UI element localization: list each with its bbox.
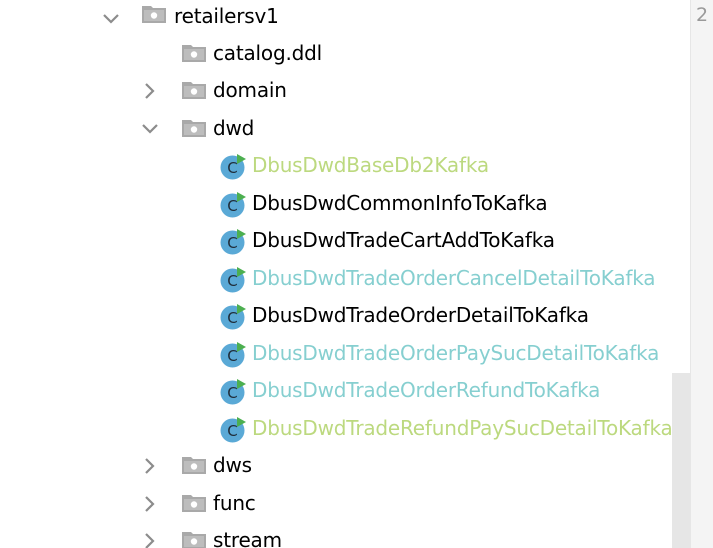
java-class-icon: C — [220, 416, 247, 443]
chevron-right-icon[interactable] — [140, 522, 160, 548]
tree-node-catalog-ddl[interactable]: catalog.ddl — [0, 35, 690, 72]
tree-node-class[interactable]: C DbusDwdTradeOrderDetailToKafka — [0, 297, 690, 334]
java-class-icon: C — [220, 266, 247, 293]
folder-icon — [181, 118, 207, 138]
folder-icon — [181, 43, 207, 63]
tree-node-class[interactable]: C DbusDwdTradeOrderRefundToKafka — [0, 372, 690, 409]
folder-icon — [181, 455, 207, 475]
svg-text:C: C — [227, 347, 237, 365]
tree-node-dwd[interactable]: dwd — [0, 110, 690, 147]
editor-gutter: 2 — [690, 0, 713, 548]
tree-node-class[interactable]: C DbusDwdTradeRefundPaySucDetailToKafka — [0, 410, 690, 447]
tree-node-class[interactable]: C DbusDwdTradeOrderPaySucDetailToKafka — [0, 335, 690, 372]
tree-label: DbusDwdTradeOrderCancelDetailToKafka — [252, 266, 656, 290]
project-tree: retailersv1 catalog.ddl domain dwd C Dbu… — [0, 0, 690, 548]
line-number: 2 — [695, 4, 709, 26]
svg-text:C: C — [227, 384, 237, 402]
tree-label: catalog.ddl — [213, 41, 322, 65]
tree-label: domain — [213, 78, 287, 102]
tree-node-func[interactable]: func — [0, 485, 690, 522]
tree-label: DbusDwdTradeOrderDetailToKafka — [252, 303, 589, 327]
java-class-icon: C — [220, 378, 247, 405]
tree-node-class[interactable]: C DbusDwdCommonInfoToKafka — [0, 185, 690, 222]
java-class-icon: C — [220, 191, 247, 218]
java-class-icon: C — [220, 228, 247, 255]
svg-text:C: C — [227, 272, 237, 290]
java-class-icon: C — [220, 341, 247, 368]
chevron-right-icon[interactable] — [140, 447, 160, 484]
chevron-down-icon[interactable] — [101, 0, 121, 37]
svg-text:C: C — [227, 309, 237, 327]
tree-label: DbusDwdTradeCartAddToKafka — [252, 228, 555, 252]
folder-icon — [181, 530, 207, 548]
chevron-right-icon[interactable] — [140, 485, 160, 522]
tree-label: dwd — [213, 116, 255, 140]
folder-icon — [141, 4, 167, 24]
tree-label: DbusDwdBaseDb2Kafka — [252, 153, 489, 177]
tree-node-retailersv1[interactable]: retailersv1 — [0, 0, 690, 37]
svg-text:C: C — [227, 159, 237, 177]
tree-node-domain[interactable]: domain — [0, 72, 690, 109]
tree-label: DbusDwdTradeOrderPaySucDetailToKafka — [252, 341, 660, 365]
tree-node-stream[interactable]: stream — [0, 522, 690, 548]
svg-text:C: C — [227, 197, 237, 215]
tree-label: dws — [213, 453, 252, 477]
tree-node-class[interactable]: C DbusDwdBaseDb2Kafka — [0, 147, 690, 184]
tree-label: func — [213, 491, 256, 515]
tree-node-class[interactable]: C DbusDwdTradeCartAddToKafka — [0, 222, 690, 259]
tree-label: DbusDwdTradeOrderRefundToKafka — [252, 378, 601, 402]
folder-icon — [181, 493, 207, 513]
svg-text:C: C — [227, 234, 237, 252]
tree-label: retailersv1 — [174, 4, 279, 28]
java-class-icon: C — [220, 303, 247, 330]
tree-node-dws[interactable]: dws — [0, 447, 690, 484]
folder-icon — [181, 80, 207, 100]
chevron-right-icon[interactable] — [140, 72, 160, 109]
svg-text:C: C — [227, 422, 237, 440]
chevron-down-icon[interactable] — [140, 110, 160, 147]
vertical-scrollbar[interactable] — [672, 373, 690, 548]
tree-node-class[interactable]: C DbusDwdTradeOrderCancelDetailToKafka — [0, 260, 690, 297]
java-class-icon: C — [220, 153, 247, 180]
tree-label: DbusDwdTradeRefundPaySucDetailToKafka — [252, 416, 673, 440]
tree-label: stream — [213, 528, 282, 548]
tree-label: DbusDwdCommonInfoToKafka — [252, 191, 548, 215]
